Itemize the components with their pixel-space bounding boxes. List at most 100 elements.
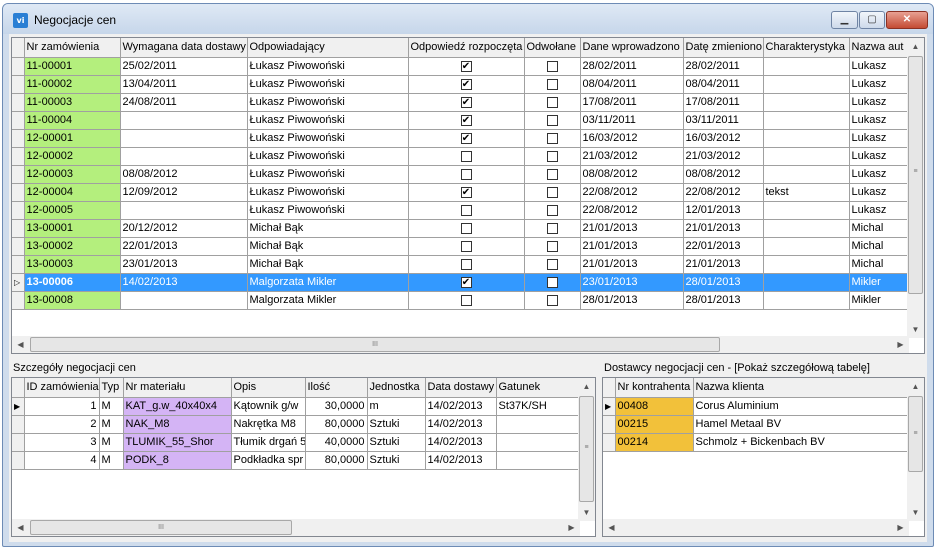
table-cell[interactable] <box>496 433 581 452</box>
scroll-thumb[interactable]: ≡ <box>908 56 923 294</box>
column-header[interactable]: Ilość <box>305 378 368 398</box>
table-cell[interactable]: Lukasz <box>849 57 911 76</box>
scroll-right-button[interactable]: ▶ <box>892 519 909 536</box>
table-cell[interactable]: 08/04/2011 <box>580 75 684 94</box>
table-cell[interactable]: 14/02/2013 <box>425 415 497 434</box>
material-number-cell[interactable]: NAK_M8 <box>123 415 232 434</box>
order-number-cell[interactable]: 11-00001 <box>24 57 121 76</box>
row-indicator[interactable] <box>12 93 25 112</box>
table-row[interactable]: 12-00002 Łukasz Piwowoński 21/03/2012 21/03… <box>12 147 911 166</box>
checkbox-unchecked[interactable] <box>546 96 558 108</box>
checkbox-unchecked[interactable] <box>546 222 558 234</box>
column-header[interactable]: Opis <box>231 378 306 398</box>
table-cell[interactable]: 14/02/2013 <box>425 451 497 470</box>
table-row[interactable]: 12-00001 Łukasz Piwowoński ✔ 16/03/2012 16/0… <box>12 129 911 148</box>
checkbox-checked[interactable]: ✔ <box>460 114 472 126</box>
column-header[interactable]: Nr kontrahenta <box>615 378 694 398</box>
scroll-right-button[interactable]: ▶ <box>892 336 909 353</box>
row-indicator[interactable]: ▶ <box>12 397 25 416</box>
scroll-up-button[interactable]: ▲ <box>578 378 595 395</box>
checkbox-unchecked[interactable] <box>460 150 472 162</box>
table-cell[interactable]: 40,0000 <box>305 433 368 452</box>
row-indicator[interactable] <box>12 433 25 452</box>
table-row[interactable]: ▶ 00408 Corus Aluminium <box>603 397 910 416</box>
table-cell[interactable]: 16/03/2012 <box>580 129 684 148</box>
table-cell[interactable]: 28/02/2011 <box>683 57 764 76</box>
row-indicator[interactable] <box>12 147 25 166</box>
table-cell[interactable]: 22/01/2013 <box>120 237 248 256</box>
cancelled-cell[interactable] <box>524 219 581 238</box>
details-vscrollbar[interactable]: ▲ ≡ ▼ <box>578 378 595 521</box>
order-number-cell[interactable]: 11-00004 <box>24 111 121 130</box>
column-header[interactable]: Wymagana data dostawy <box>120 38 248 58</box>
maximize-button[interactable]: ▢ <box>859 11 885 29</box>
response-started-cell[interactable]: ✔ <box>408 75 525 94</box>
table-cell[interactable]: 4 <box>24 451 100 470</box>
cancelled-cell[interactable] <box>524 75 581 94</box>
cancelled-cell[interactable] <box>524 201 581 220</box>
row-indicator[interactable] <box>12 237 25 256</box>
column-header[interactable]: Nazwa aut <box>849 38 911 58</box>
response-started-cell[interactable] <box>408 219 525 238</box>
table-cell[interactable]: 21/01/2013 <box>683 255 764 274</box>
order-number-cell[interactable]: 11-00003 <box>24 93 121 112</box>
material-number-cell[interactable]: TLUMIK_55_Shor <box>123 433 232 452</box>
table-row[interactable]: 13-00001 20/12/2012 Michał Bąk 21/01/2013 21… <box>12 219 911 238</box>
table-cell[interactable]: 28/01/2013 <box>683 291 764 310</box>
table-cell[interactable]: Schmolz + Bickenbach BV <box>693 433 910 452</box>
row-indicator[interactable] <box>12 129 25 148</box>
cancelled-cell[interactable] <box>524 183 581 202</box>
table-cell[interactable]: Lukasz <box>849 111 911 130</box>
table-row[interactable]: 12-00005 Łukasz Piwowoński 22/08/2012 12/01… <box>12 201 911 220</box>
response-started-cell[interactable]: ✔ <box>408 273 525 292</box>
response-started-cell[interactable] <box>408 291 525 310</box>
checkbox-unchecked[interactable] <box>546 150 558 162</box>
table-cell[interactable]: Malgorzata Mikler <box>247 291 409 310</box>
table-cell[interactable]: Łukasz Piwowoński <box>247 57 409 76</box>
scroll-left-button[interactable]: ◀ <box>12 336 29 353</box>
table-cell[interactable] <box>763 201 850 220</box>
table-cell[interactable]: Lukasz <box>849 165 911 184</box>
supplier-number-cell[interactable]: 00214 <box>615 433 694 452</box>
checkbox-unchecked[interactable] <box>546 204 558 216</box>
checkbox-unchecked[interactable] <box>546 168 558 180</box>
response-started-cell[interactable] <box>408 237 525 256</box>
order-number-cell[interactable]: 12-00005 <box>24 201 121 220</box>
checkbox-unchecked[interactable] <box>460 240 472 252</box>
table-cell[interactable]: Łukasz Piwowoński <box>247 111 409 130</box>
table-cell[interactable]: 25/02/2011 <box>120 57 248 76</box>
title-bar[interactable]: vi Negocjacje cen ▁ ▢ ✕ <box>3 4 933 34</box>
table-cell[interactable]: Sztuki <box>367 451 426 470</box>
checkbox-unchecked[interactable] <box>460 294 472 306</box>
checkbox-unchecked[interactable] <box>546 294 558 306</box>
table-cell[interactable]: Lukasz <box>849 93 911 112</box>
cancelled-cell[interactable] <box>524 93 581 112</box>
table-cell[interactable]: 21/01/2013 <box>683 219 764 238</box>
scroll-up-button[interactable]: ▲ <box>907 378 924 395</box>
cancelled-cell[interactable] <box>524 291 581 310</box>
table-row[interactable]: 3 M TLUMIK_55_Shor Tłumik drgań 5 40,0000 Szt… <box>12 433 581 452</box>
column-header[interactable]: Odpowiedź rozpoczęta <box>408 38 525 58</box>
negotiations-hscrollbar[interactable]: ◀ III ▶ <box>12 336 909 353</box>
row-indicator[interactable] <box>12 291 25 310</box>
table-cell[interactable]: Łukasz Piwowoński <box>247 93 409 112</box>
table-cell[interactable]: Lukasz <box>849 129 911 148</box>
table-cell[interactable]: 22/01/2013 <box>683 237 764 256</box>
row-indicator[interactable]: ▷ <box>12 273 25 292</box>
table-cell[interactable] <box>763 255 850 274</box>
table-cell[interactable]: 21/01/2013 <box>580 255 684 274</box>
order-number-cell[interactable]: 13-00003 <box>24 255 121 274</box>
table-cell[interactable]: St37K/SH <box>496 397 581 416</box>
order-number-cell[interactable]: 12-00004 <box>24 183 121 202</box>
table-cell[interactable]: Michał Bąk <box>247 237 409 256</box>
supplier-number-cell[interactable]: 00215 <box>615 415 694 434</box>
row-indicator[interactable] <box>12 165 25 184</box>
checkbox-unchecked[interactable] <box>460 222 472 234</box>
order-number-cell[interactable]: 13-00008 <box>24 291 121 310</box>
table-cell[interactable]: 2 <box>24 415 100 434</box>
table-cell[interactable]: Corus Aluminium <box>693 397 910 416</box>
table-cell[interactable]: Michal <box>849 237 911 256</box>
table-cell[interactable]: Łukasz Piwowoński <box>247 147 409 166</box>
table-cell[interactable]: 21/01/2013 <box>580 219 684 238</box>
table-cell[interactable]: Kątownik g/w <box>231 397 306 416</box>
